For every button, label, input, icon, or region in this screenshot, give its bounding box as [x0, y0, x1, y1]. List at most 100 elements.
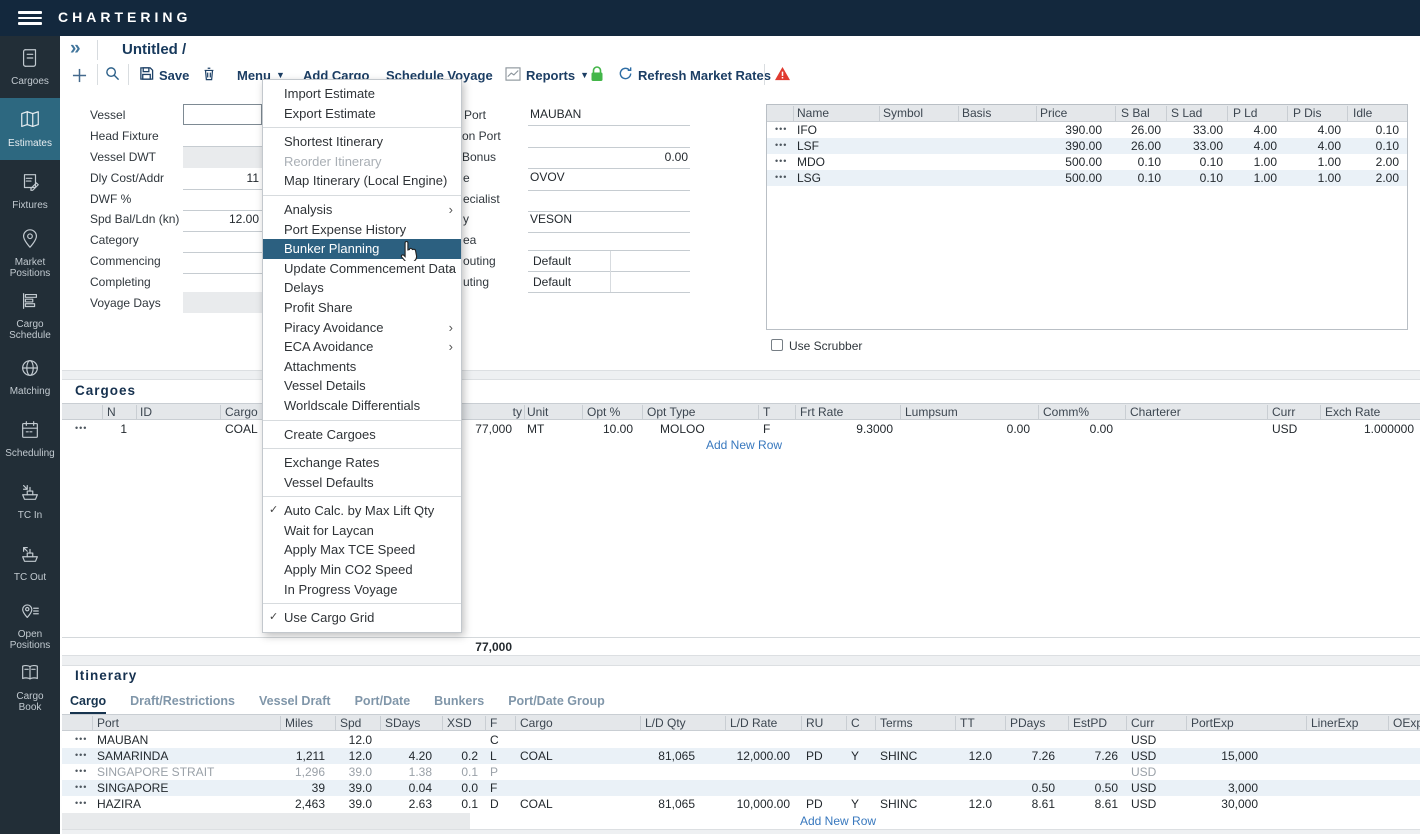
col-header-comm[interactable]: Comm%: [1043, 404, 1113, 419]
row-menu-icon[interactable]: •••: [75, 748, 87, 764]
col-header-linerexp[interactable]: LinerExp: [1311, 715, 1371, 730]
col-header-f[interactable]: F: [490, 715, 510, 730]
col-header-price[interactable]: Price: [1040, 105, 1102, 121]
category-input[interactable]: [183, 252, 262, 253]
menu-item-profit-share[interactable]: Profit Share: [263, 298, 461, 318]
add-button[interactable]: [72, 62, 87, 88]
col-header-curr[interactable]: Curr: [1131, 715, 1171, 730]
col-header-c[interactable]: C: [851, 715, 871, 730]
menu-item-analysis[interactable]: Analysis›: [263, 200, 461, 220]
table-row[interactable]: ••• HAZIRA 2,463 39.0 2.63 0.1 D COAL 81…: [62, 796, 1420, 812]
menu-item-eca-avoidance[interactable]: ECA Avoidance›: [263, 337, 461, 357]
table-row[interactable]: ••• LSF 390.00 26.00 33.00 4.00 4.00 0.1…: [767, 138, 1407, 154]
col-header-name[interactable]: Name: [797, 105, 882, 121]
sidebar-item-open-positions[interactable]: Open Positions: [0, 594, 60, 656]
col-header-p-ld[interactable]: P Ld: [1233, 105, 1277, 121]
reports-button[interactable]: Reports▼: [505, 62, 589, 88]
sidebar-item-scheduling[interactable]: Scheduling: [0, 408, 60, 470]
col-header-p-dis[interactable]: P Dis: [1293, 105, 1341, 121]
col-header-miles[interactable]: Miles: [285, 715, 325, 730]
save-button[interactable]: Save: [139, 62, 189, 88]
row-menu-icon[interactable]: •••: [775, 138, 787, 154]
table-row[interactable]: ••• SAMARINDA 1,211 12.0 4.20 0.2 L COAL…: [62, 748, 1420, 764]
row-menu-icon[interactable]: •••: [75, 764, 87, 780]
col-header-xsd[interactable]: XSD: [447, 715, 478, 730]
refresh-market-rates-button[interactable]: Refresh Market Rates: [618, 62, 771, 88]
use-scrubber-checkbox[interactable]: [771, 339, 783, 351]
col-header-charterer[interactable]: Charterer: [1130, 404, 1250, 419]
col-header-idle[interactable]: Idle: [1353, 105, 1399, 121]
collapse-panel-icon[interactable]: »: [70, 38, 81, 60]
menu-item-map-itinerary[interactable]: Map Itinerary (Local Engine): [263, 171, 461, 191]
col-header-portexp[interactable]: PortExp: [1191, 715, 1258, 730]
col-header-port[interactable]: Port: [97, 715, 277, 730]
table-row[interactable]: ••• MAUBAN 12.0 C USD: [62, 732, 1420, 748]
sidebar-item-matching[interactable]: Matching: [0, 346, 60, 408]
spd-value[interactable]: 12.00: [183, 212, 259, 226]
table-row[interactable]: ••• IFO 390.00 26.00 33.00 4.00 4.00 0.1…: [767, 122, 1407, 138]
col-header-opt-type[interactable]: Opt Type: [647, 404, 742, 419]
col-header-curr[interactable]: Curr: [1272, 404, 1312, 419]
sidebar-item-cargo-schedule[interactable]: Cargo Schedule: [0, 284, 60, 346]
col-header-opt-pct[interactable]: Opt %: [587, 404, 633, 419]
row-menu-icon[interactable]: •••: [775, 154, 787, 170]
col-header-symbol[interactable]: Symbol: [883, 105, 961, 121]
col-header-ld-qty[interactable]: L/D Qty: [645, 715, 695, 730]
col-header-spd[interactable]: Spd: [340, 715, 372, 730]
dly-cost-value[interactable]: 11: [183, 171, 259, 185]
row-menu-icon[interactable]: •••: [775, 170, 787, 186]
sidebar-item-cargo-book[interactable]: Cargo Book: [0, 656, 60, 718]
menu-item-export-estimate[interactable]: Export Estimate: [263, 104, 461, 124]
sidebar-item-market-positions[interactable]: Market Positions: [0, 222, 60, 284]
tab-vessel-draft[interactable]: Vessel Draft: [259, 694, 331, 715]
col-header-lumpsum[interactable]: Lumpsum: [905, 404, 1030, 419]
menu-item-apply-max-tce-speed[interactable]: Apply Max TCE Speed: [263, 540, 461, 560]
row-menu-icon[interactable]: •••: [775, 122, 787, 138]
col-header-unit[interactable]: Unit: [527, 404, 567, 419]
col-header-s-bal[interactable]: S Bal: [1121, 105, 1161, 121]
menu-item-exchange-rates[interactable]: Exchange Rates: [263, 453, 461, 473]
port-value[interactable]: MAUBAN: [530, 107, 581, 121]
tab-cargo[interactable]: Cargo: [70, 694, 106, 715]
validation-warning-button[interactable]: [774, 62, 791, 88]
row-menu-icon[interactable]: •••: [75, 732, 87, 748]
menu-item-attachments[interactable]: Attachments: [263, 357, 461, 377]
vessel-input[interactable]: [183, 104, 262, 125]
col-header-n[interactable]: N: [107, 404, 127, 419]
table-row[interactable]: ••• SINGAPORE 39 39.0 0.04 0.0 F 0.50 0.…: [62, 780, 1420, 796]
menu-item-auto-calc-max-lift[interactable]: ✓Auto Calc. by Max Lift Qty: [263, 501, 461, 521]
col-header-oexp[interactable]: OExp$/t: [1393, 715, 1420, 730]
commencing-input[interactable]: [183, 273, 262, 274]
company-value[interactable]: VESON: [530, 212, 572, 226]
col-header-exch-rate[interactable]: Exch Rate: [1325, 404, 1414, 419]
dwf-input[interactable]: [183, 210, 262, 211]
cargoes-add-new-row-link[interactable]: Add New Row: [706, 438, 782, 452]
col-header-ld-rate[interactable]: L/D Rate: [730, 715, 790, 730]
col-header-basis[interactable]: Basis: [962, 105, 1040, 121]
menu-item-import-estimate[interactable]: Import Estimate: [263, 84, 461, 104]
col-header-t[interactable]: T: [763, 404, 779, 419]
menu-item-apply-min-co2-speed[interactable]: Apply Min CO2 Speed: [263, 560, 461, 580]
col-header-qty-fragment[interactable]: ty: [500, 404, 522, 419]
delete-button[interactable]: [202, 62, 216, 88]
menu-item-wait-for-laycan[interactable]: Wait for Laycan: [263, 521, 461, 541]
voyage-type-value[interactable]: OVOV: [530, 170, 565, 184]
row-menu-icon[interactable]: •••: [75, 421, 87, 437]
sidebar-item-cargoes[interactable]: Cargoes: [0, 36, 60, 98]
sidebar-item-estimates[interactable]: Estimates: [0, 98, 60, 160]
menu-item-delays[interactable]: Delays: [263, 278, 461, 298]
row-menu-icon[interactable]: •••: [75, 796, 87, 812]
hamburger-menu-icon[interactable]: [18, 11, 42, 25]
spd-input[interactable]: [183, 231, 262, 232]
piracy-routing-value[interactable]: Default: [533, 275, 571, 289]
menu-item-port-expense-history[interactable]: Port Expense History: [263, 220, 461, 240]
menu-item-update-commencement-data[interactable]: Update Commencement Data›: [263, 259, 461, 279]
menu-item-use-cargo-grid[interactable]: ✓Use Cargo Grid: [263, 608, 461, 628]
menu-item-piracy-avoidance[interactable]: Piracy Avoidance›: [263, 318, 461, 338]
sidebar-item-fixtures[interactable]: Fixtures: [0, 160, 60, 222]
menu-item-vessel-defaults[interactable]: Vessel Defaults: [263, 473, 461, 493]
eca-routing-value[interactable]: Default: [533, 254, 571, 268]
menu-item-worldscale-differentials[interactable]: Worldscale Differentials: [263, 396, 461, 416]
tab-bunkers[interactable]: Bunkers: [434, 694, 484, 715]
itinerary-add-new-row-link[interactable]: Add New Row: [800, 814, 876, 828]
